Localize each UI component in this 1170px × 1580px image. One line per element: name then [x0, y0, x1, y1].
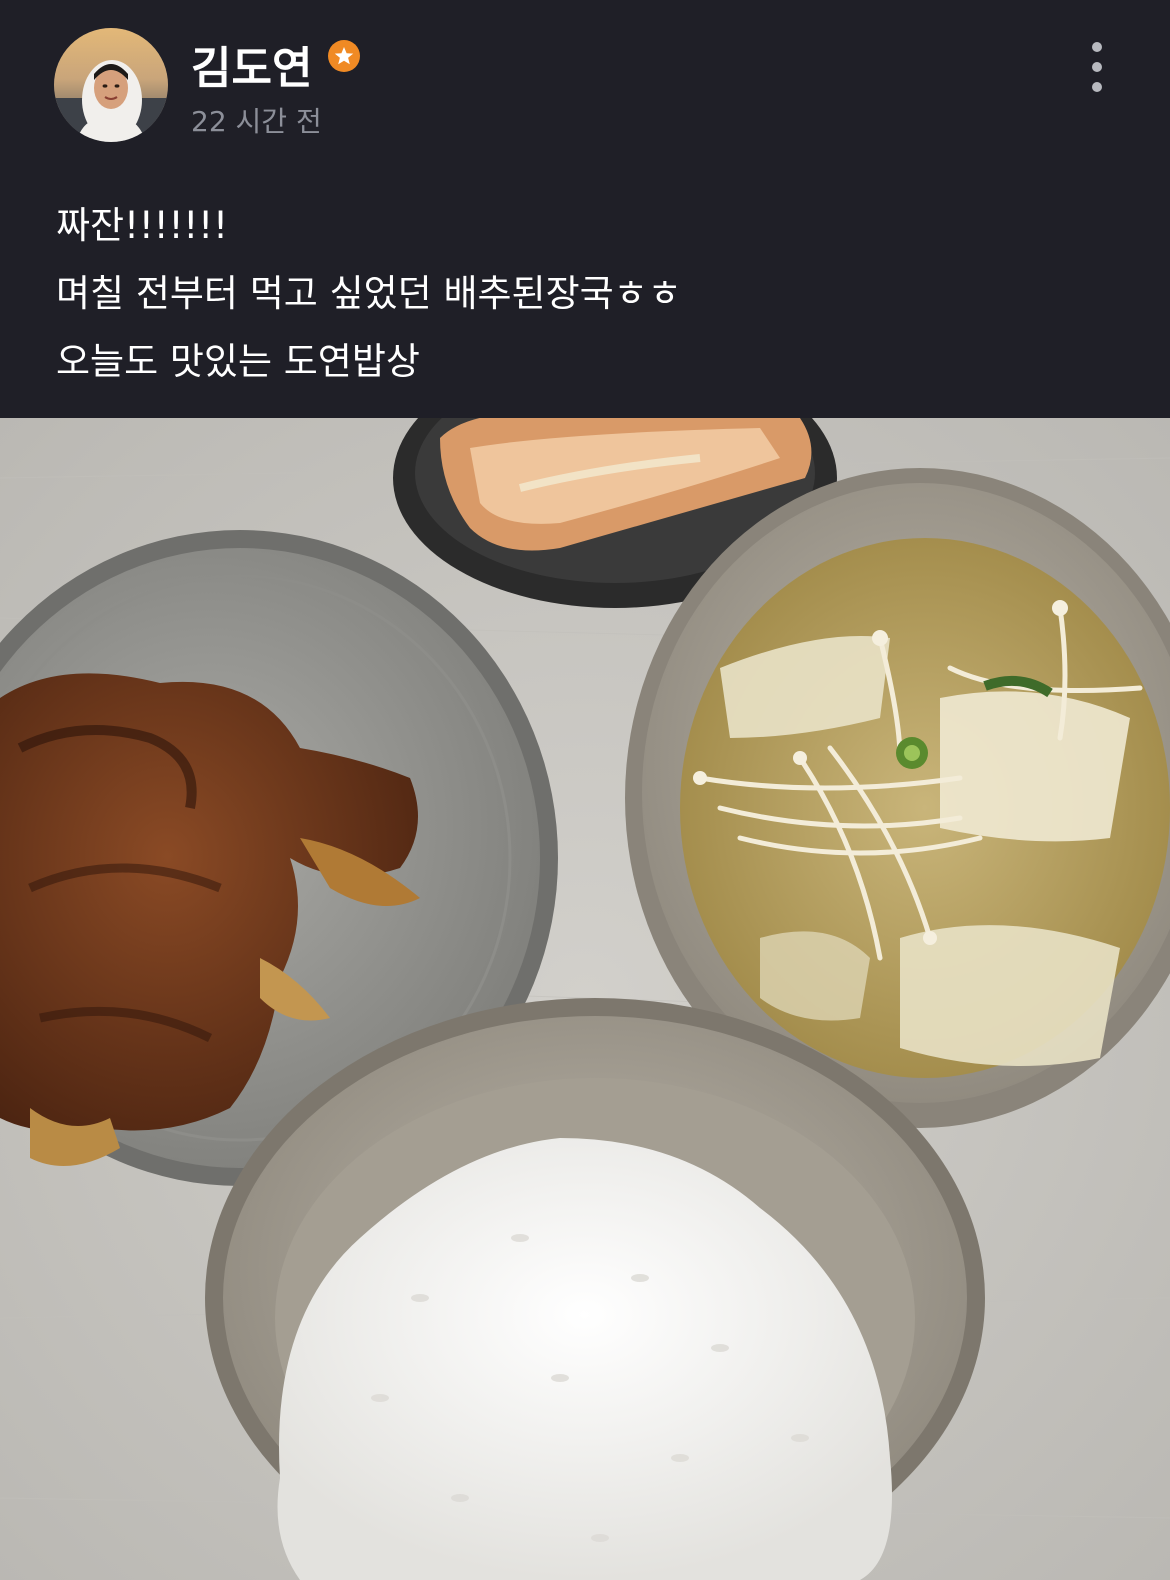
avatar-image	[54, 28, 168, 142]
author-name[interactable]: 김도연	[191, 32, 312, 96]
post-header: 김도연 22 시간 전	[0, 0, 1170, 160]
caption-line: 오늘도 맛있는 도연밥상	[56, 340, 420, 383]
post-timestamp: 22 시간 전	[191, 105, 322, 138]
post-photo[interactable]	[0, 418, 1170, 1580]
post-card: 김도연 22 시간 전 짜잔!!!!!!! 며칠 전부터 먹고 싶었던 배추된장…	[0, 0, 1170, 1580]
meal-photo-image	[0, 418, 1170, 1580]
author-avatar[interactable]	[54, 28, 168, 142]
star-badge-icon	[328, 40, 360, 72]
more-options-button[interactable]	[1080, 38, 1116, 96]
caption-line: 짜잔!!!!!!!	[56, 204, 228, 247]
caption-line: 며칠 전부터 먹고 싶었던 배추된장국ㅎㅎ	[56, 272, 682, 315]
more-vertical-icon	[1092, 42, 1102, 52]
post-caption: 짜잔!!!!!!! 며칠 전부터 먹고 싶었던 배추된장국ㅎㅎ 오늘도 맛있는 …	[56, 192, 1116, 396]
